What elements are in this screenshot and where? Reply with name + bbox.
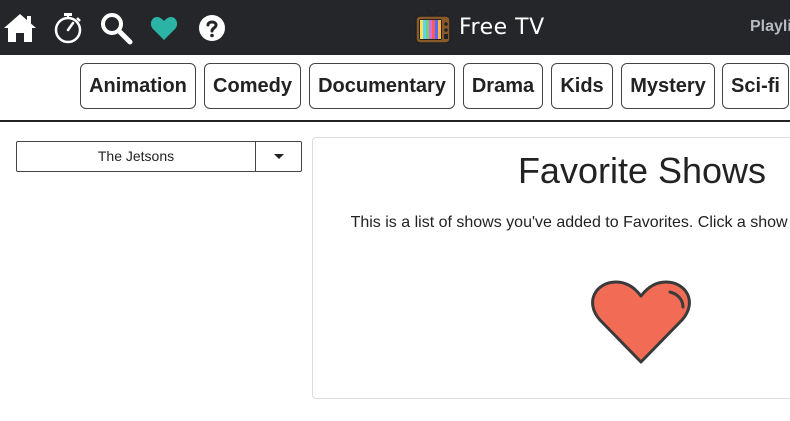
favorites-heart-icon[interactable] xyxy=(146,10,182,46)
page-title: Favorite Shows xyxy=(517,150,767,191)
show-select-dropdown[interactable]: The Jetsons xyxy=(16,141,302,172)
playlist-link[interactable]: Playli xyxy=(750,18,790,36)
tv-logo-icon xyxy=(415,8,451,44)
genre-button-sci-fi[interactable]: Sci-fi xyxy=(722,63,789,109)
genre-button-documentary[interactable]: Documentary xyxy=(309,63,455,109)
favorites-description: This is a list of shows you've added to … xyxy=(350,214,790,231)
genre-button-drama[interactable]: Drama xyxy=(463,63,543,109)
genre-button-comedy[interactable]: Comedy xyxy=(204,63,301,109)
brand-logo[interactable]: Free TV xyxy=(415,7,545,47)
chevron-down-icon[interactable] xyxy=(256,142,301,171)
genre-button-mystery[interactable]: Mystery xyxy=(621,63,715,109)
heart-icon xyxy=(591,280,691,364)
favorites-panel: Favorite Shows This is a list of shows y… xyxy=(312,137,790,399)
top-navigation-bar: Free TV Playli xyxy=(0,0,790,55)
show-select-value: The Jetsons xyxy=(97,148,175,164)
genre-bar: Animation Comedy Documentary Drama Kids … xyxy=(0,55,790,122)
help-icon[interactable] xyxy=(194,10,230,46)
genre-button-animation[interactable]: Animation xyxy=(80,63,196,109)
genre-button-kids[interactable]: Kids xyxy=(551,63,613,109)
stopwatch-icon[interactable] xyxy=(50,10,86,46)
search-icon[interactable] xyxy=(98,10,134,46)
home-icon[interactable] xyxy=(2,10,38,46)
brand-name: Free TV xyxy=(459,14,545,40)
